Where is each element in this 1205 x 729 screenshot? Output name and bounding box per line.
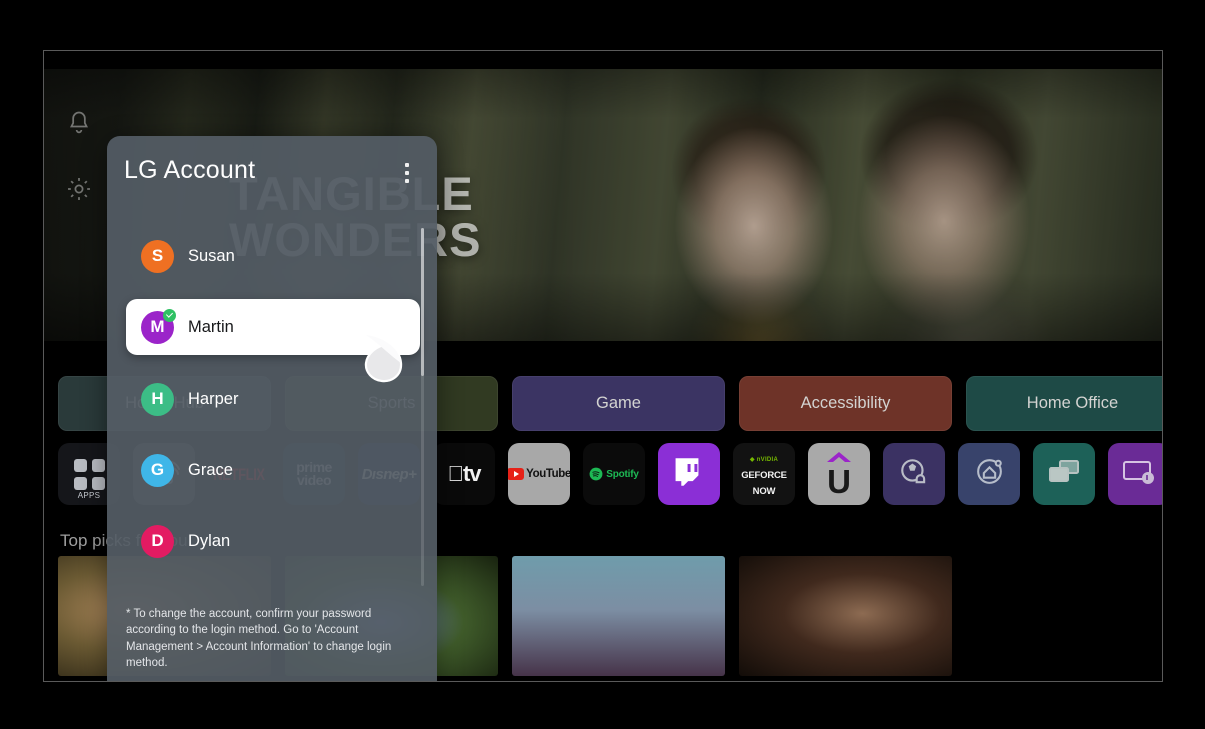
apps-grid-icon — [73, 458, 105, 490]
panel-title: LG Account — [124, 156, 256, 184]
more-vertical-icon[interactable] — [398, 160, 416, 186]
twitch-icon — [672, 456, 706, 493]
tv-frame: TANGIBLE WONDERS Home Hub — [43, 50, 1163, 682]
gear-icon[interactable] — [65, 175, 93, 203]
account-list: S Susan M Martin H Harper G Grace D Dyla… — [107, 228, 437, 585]
account-row-martin[interactable]: M Martin — [126, 299, 420, 355]
avatar: S — [141, 239, 174, 273]
account-row-harper[interactable]: H Harper — [126, 371, 420, 427]
sports-alert-icon — [898, 456, 930, 493]
youtube-icon: YouTube — [508, 468, 570, 480]
avatar: M — [141, 308, 176, 344]
category-chip-home-office[interactable]: Home Office — [966, 376, 1162, 431]
tv-screen: TANGIBLE WONDERS Home Hub — [44, 51, 1162, 681]
category-label: Game — [596, 394, 641, 412]
lg-account-panel: LG Account S Susan M Martin H Harper G G… — [107, 136, 437, 681]
avatar-initial: S — [151, 246, 164, 265]
app-tile-geforce-now[interactable]: ◆ nVIDIA GEFORCE NOW — [733, 443, 795, 505]
account-row-susan[interactable]: S Susan — [126, 228, 420, 284]
spotify-icon: Spotify — [589, 467, 639, 481]
bell-icon[interactable] — [65, 109, 93, 137]
avatar-initial: G — [150, 460, 165, 479]
avatar: H — [141, 382, 174, 416]
top-pick-card-period-drama[interactable] — [739, 556, 952, 676]
screen-share-icon — [1047, 457, 1081, 492]
account-row-grace[interactable]: G Grace — [126, 442, 420, 498]
avatar: G — [141, 453, 174, 487]
app-tile-home-hub[interactable] — [958, 443, 1020, 505]
scrollbar-thumb[interactable] — [421, 228, 424, 376]
app-tile-spotify[interactable]: Spotify — [583, 443, 645, 505]
account-name: Susan — [188, 246, 235, 265]
category-label: Accessibility — [800, 394, 891, 412]
account-name: Dylan — [188, 531, 231, 550]
music-player-icon — [1122, 458, 1156, 491]
app-tile-apple-tv[interactable]: tv — [433, 443, 495, 505]
category-chip-game[interactable]: Game — [512, 376, 725, 431]
side-rail — [44, 51, 114, 359]
app-tile-music-player[interactable] — [1108, 443, 1162, 505]
category-chip-accessibility[interactable]: Accessibility — [739, 376, 952, 431]
account-list-scrollbar[interactable] — [421, 228, 424, 586]
app-tile-screen-share[interactable] — [1033, 443, 1095, 505]
geforce-now-icon: ◆ nVIDIA GEFORCE NOW — [741, 457, 787, 498]
app-tile-uplus[interactable]: U — [808, 443, 870, 505]
avatar-initial: H — [151, 389, 164, 408]
account-row-dylan[interactable]: D Dylan — [126, 513, 420, 569]
uplus-chevron-icon — [827, 452, 851, 462]
avatar-initial: D — [151, 531, 164, 550]
account-name: Harper — [188, 389, 239, 408]
category-label: Home Office — [1026, 394, 1119, 412]
avatar: D — [141, 524, 174, 558]
app-tile-twitch[interactable] — [658, 443, 720, 505]
account-panel-note: * To change the account, confirm your pa… — [126, 608, 392, 669]
verified-check-icon — [163, 308, 176, 322]
top-pick-card-bird[interactable] — [512, 556, 725, 676]
uplus-icon: U — [827, 462, 851, 500]
app-tile-sports-alert[interactable] — [883, 443, 945, 505]
apple-tv-icon: tv — [447, 461, 481, 486]
letterbox-top — [44, 51, 1162, 69]
home-hub-icon — [973, 455, 1006, 493]
account-name: Martin — [188, 317, 234, 336]
app-tile-youtube[interactable]: YouTube — [508, 443, 570, 505]
avatar-initial: M — [150, 317, 165, 336]
account-name: Grace — [188, 460, 233, 479]
